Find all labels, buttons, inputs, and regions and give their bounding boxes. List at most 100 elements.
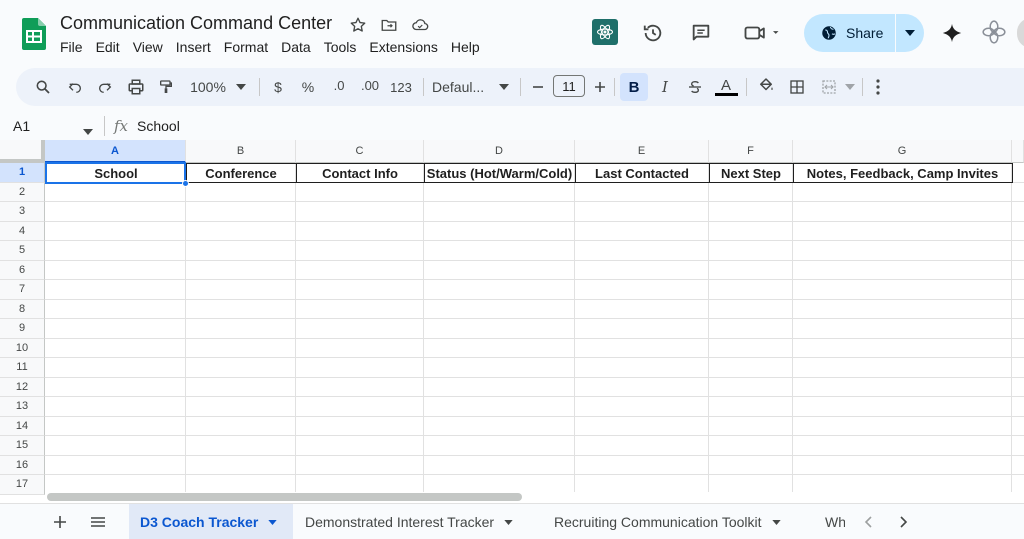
search-menus-icon[interactable] [32, 68, 54, 106]
row-header-8[interactable]: 8 [0, 299, 45, 319]
paint-format-icon[interactable] [155, 68, 177, 106]
number-format-button[interactable]: 123 [388, 68, 414, 106]
column-header-c[interactable]: C [296, 140, 424, 163]
row-header-3[interactable]: 3 [0, 202, 45, 222]
scroll-tabs-right-icon[interactable] [894, 504, 914, 539]
font-size-decrease-icon[interactable] [528, 68, 548, 106]
borders-icon[interactable] [786, 68, 808, 106]
menu-data[interactable]: Data [281, 39, 317, 55]
more-options-icon[interactable] [868, 68, 888, 106]
strikethrough-icon[interactable] [684, 68, 706, 106]
font-dropdown-icon[interactable] [495, 68, 513, 106]
row-header-17[interactable]: 17 [0, 475, 45, 495]
column-gridline [792, 163, 793, 503]
redo-icon[interactable] [94, 68, 116, 106]
column-header-a[interactable]: A [45, 140, 186, 163]
cell-f1[interactable]: Next Step [709, 163, 794, 183]
name-box[interactable]: A1 [13, 118, 30, 134]
column-header-g[interactable]: G [793, 140, 1012, 163]
row-header-12[interactable]: 12 [0, 377, 45, 397]
font-family-select[interactable]: Defaul... [432, 68, 490, 106]
add-sheet-icon[interactable] [50, 504, 70, 539]
sheets-logo-icon[interactable] [22, 18, 46, 50]
column-header-f[interactable]: F [709, 140, 793, 163]
share-button[interactable]: Share [804, 14, 924, 52]
comments-icon[interactable] [688, 20, 714, 46]
account-avatar[interactable] [1017, 18, 1024, 48]
column-header-b[interactable]: B [186, 140, 296, 163]
fill-color-icon[interactable] [754, 66, 778, 104]
sheet-tab-truncated[interactable]: Wh [825, 504, 845, 539]
sheet-tab-dropdown-icon[interactable] [771, 519, 781, 525]
horizontal-scrollbar-thumb[interactable] [47, 493, 522, 501]
fill-handle[interactable] [182, 180, 189, 187]
bold-button[interactable]: B [620, 68, 648, 106]
percent-format-button[interactable]: % [298, 68, 318, 106]
row-header-13[interactable]: 13 [0, 397, 45, 417]
cell-c1[interactable]: Contact Info [296, 163, 425, 183]
column-gridline [423, 163, 424, 503]
decrease-decimal-button[interactable]: .0 [328, 66, 350, 104]
share-dropdown-icon[interactable] [896, 30, 924, 36]
currency-format-button[interactable]: $ [268, 68, 288, 106]
font-size-input[interactable]: 11 [553, 75, 585, 97]
name-box-dropdown-icon[interactable] [83, 122, 93, 140]
row-header-10[interactable]: 10 [0, 338, 45, 358]
cell-d1[interactable]: Status (Hot/Warm/Cold) [424, 163, 576, 183]
sheet-tab-dropdown-icon[interactable] [504, 519, 513, 525]
zoom-dropdown-icon[interactable] [232, 68, 250, 106]
row-header-11[interactable]: 11 [0, 358, 45, 378]
menu-extensions[interactable]: Extensions [369, 39, 443, 55]
row-header-2[interactable]: 2 [0, 182, 45, 202]
merge-dropdown-icon[interactable] [843, 68, 857, 106]
sheet-tab-demonstrated-interest-tracker[interactable]: Demonstrated Interest Tracker [305, 504, 545, 539]
menu-file[interactable]: File [60, 39, 89, 55]
row-header-15[interactable]: 15 [0, 436, 45, 456]
menu-edit[interactable]: Edit [96, 39, 126, 55]
column-header-d[interactable]: D [424, 140, 575, 163]
column-header-e[interactable]: E [575, 140, 709, 163]
text-color-button[interactable]: A [714, 66, 738, 104]
sheet-tab-dropdown-icon[interactable] [268, 519, 277, 525]
italic-button[interactable]: I [654, 68, 676, 106]
spreadsheet-grid[interactable]: A B C D E F G 1 2 3 4 5 6 7 8 9 10 11 12 13 14 15 16 17 School Co… [0, 140, 1024, 503]
all-sheets-menu-icon[interactable] [88, 504, 108, 539]
scroll-tabs-left-icon[interactable] [858, 504, 878, 539]
row-header-5[interactable]: 5 [0, 241, 45, 261]
increase-decimal-button[interactable]: .00 [358, 66, 382, 104]
share-main[interactable]: Share [804, 14, 895, 52]
row-header-16[interactable]: 16 [0, 455, 45, 475]
sheet-tab-d3-coach-tracker[interactable]: D3 Coach Tracker [129, 504, 293, 539]
menu-help[interactable]: Help [451, 39, 486, 55]
row-header-6[interactable]: 6 [0, 260, 45, 280]
row-header-7[interactable]: 7 [0, 280, 45, 300]
row-header-9[interactable]: 9 [0, 319, 45, 339]
cell-e1[interactable]: Last Contacted [575, 163, 710, 183]
menu-view[interactable]: View [133, 39, 169, 55]
move-folder-icon[interactable] [378, 14, 400, 36]
font-size-increase-icon[interactable] [590, 68, 610, 106]
meet-video-icon[interactable] [740, 20, 784, 46]
assistant-flower-icon[interactable] [981, 19, 1007, 45]
cell-b1[interactable]: Conference [186, 163, 297, 183]
select-all-corner[interactable] [0, 140, 45, 163]
star-icon[interactable] [347, 14, 369, 36]
print-icon[interactable] [124, 68, 148, 106]
zoom-select[interactable]: 100% [186, 68, 230, 106]
formula-input[interactable]: School [137, 118, 180, 134]
menu-tools[interactable]: Tools [324, 39, 363, 55]
menu-format[interactable]: Format [224, 39, 274, 55]
document-title[interactable]: Communication Command Center [60, 13, 332, 34]
extension-atom-icon[interactable] [592, 19, 618, 45]
cell-g1[interactable]: Notes, Feedback, Camp Invites [793, 163, 1013, 183]
version-history-icon[interactable] [640, 20, 666, 46]
menu-insert[interactable]: Insert [176, 39, 217, 55]
row-header-1[interactable]: 1 [0, 163, 45, 183]
merge-cells-icon[interactable] [816, 68, 842, 106]
row-header-14[interactable]: 14 [0, 416, 45, 436]
cloud-saved-icon[interactable] [409, 14, 431, 36]
gemini-sparkle-icon[interactable] [939, 20, 965, 46]
undo-icon[interactable] [64, 68, 86, 106]
sheet-tab-recruiting-communication-toolkit[interactable]: Recruiting Communication Toolkit [554, 504, 816, 539]
row-header-4[interactable]: 4 [0, 221, 45, 241]
